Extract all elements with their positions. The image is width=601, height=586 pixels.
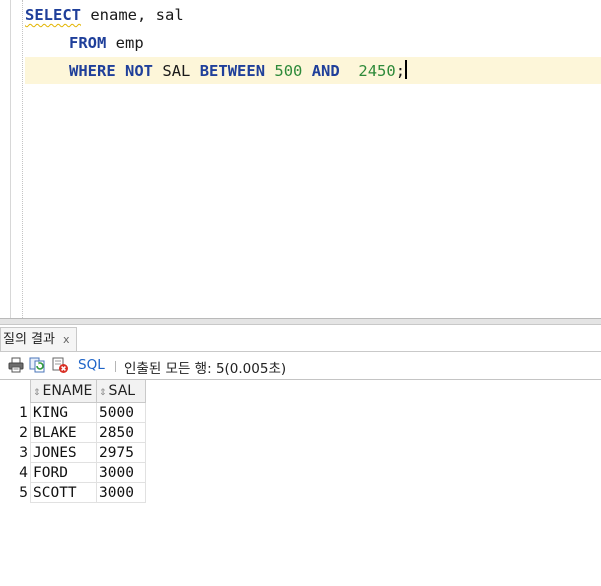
tab-query-result[interactable]: 질의 결과 x xyxy=(0,327,77,351)
table-row[interactable]: 3 JONES 2975 xyxy=(0,442,146,463)
table-name: emp xyxy=(106,34,144,52)
column-header-ename[interactable]: ⇕ ENAME xyxy=(30,380,97,403)
row-number: 2 xyxy=(19,424,28,441)
sql-link[interactable]: SQL xyxy=(78,357,105,373)
cell-sal[interactable]: 3000 xyxy=(96,462,146,483)
row-number: 3 xyxy=(19,444,28,461)
print-icon[interactable] xyxy=(7,356,25,374)
keyword-from: FROM xyxy=(69,34,107,52)
row-number: 4 xyxy=(19,464,28,481)
table-row[interactable]: 2 BLAKE 2850 xyxy=(0,422,146,443)
column-header-sal[interactable]: ⇕ SAL xyxy=(96,380,146,403)
number-low: 500 xyxy=(274,62,303,80)
sort-icon: ⇕ xyxy=(99,388,107,398)
clear-icon[interactable] xyxy=(51,356,69,374)
code-line-2[interactable]: FROM emp xyxy=(69,30,144,56)
grid-corner xyxy=(0,380,31,403)
cell-sal[interactable]: 2975 xyxy=(96,442,146,463)
keyword-and: AND xyxy=(311,62,340,80)
grid-header-row: ⇕ ENAME ⇕ SAL xyxy=(0,380,146,403)
gutter-border xyxy=(10,0,11,318)
cell-sal[interactable]: 3000 xyxy=(96,482,146,503)
keyword-not: NOT xyxy=(125,62,154,80)
toolbar-separator xyxy=(115,361,116,372)
cell-ename[interactable]: BLAKE xyxy=(30,422,97,443)
row-number: 1 xyxy=(19,404,28,421)
cell-sal[interactable]: 2850 xyxy=(96,422,146,443)
keyword-between: BETWEEN xyxy=(199,62,266,80)
cell-ename[interactable]: JONES xyxy=(30,442,97,463)
number-high: 2450 xyxy=(358,62,396,80)
gutter-fold-line xyxy=(22,0,23,318)
result-grid[interactable]: ⇕ ENAME ⇕ SAL 1 KING 5000 2 BLAKE 2850 3 J… xyxy=(0,380,146,503)
cell-ename[interactable]: KING xyxy=(30,402,97,423)
keyword-select: SELECT xyxy=(25,6,81,24)
keyword-where: WHERE xyxy=(69,62,116,80)
cell-ename[interactable]: SCOTT xyxy=(30,482,97,503)
code-line-3[interactable]: WHERE NOT SAL BETWEEN 500 AND 2450; xyxy=(69,58,408,84)
column-list: ename, sal xyxy=(81,6,184,24)
text-caret xyxy=(405,60,408,79)
fetch-status-text: 인출된 모든 행: 5(0.005초) xyxy=(124,361,287,377)
table-row[interactable]: 1 KING 5000 xyxy=(0,402,146,423)
table-row[interactable]: 5 SCOTT 3000 xyxy=(0,482,146,503)
code-line-1[interactable]: SELECT ename, sal xyxy=(25,2,184,28)
row-number: 5 xyxy=(19,484,28,501)
tab-label: 질의 결과 xyxy=(3,332,55,347)
close-icon[interactable]: x xyxy=(63,333,70,346)
column-header-label: SAL xyxy=(108,383,136,399)
column-header-label: ENAME xyxy=(42,383,93,399)
cell-sal[interactable]: 5000 xyxy=(96,402,146,423)
refresh-icon[interactable] xyxy=(29,356,47,374)
table-row[interactable]: 4 FORD 3000 xyxy=(0,462,146,483)
statement-terminator: ; xyxy=(395,62,406,80)
column-sal: SAL xyxy=(162,62,191,80)
results-toolbar: SQL 인출된 모든 행: 5(0.005초) xyxy=(0,352,601,379)
panel-splitter[interactable] xyxy=(0,318,601,325)
sort-icon: ⇕ xyxy=(33,388,41,398)
cell-ename[interactable]: FORD xyxy=(30,462,97,483)
sql-editor[interactable]: SELECT ename, sal FROM emp WHERE NOT SAL… xyxy=(0,0,601,318)
